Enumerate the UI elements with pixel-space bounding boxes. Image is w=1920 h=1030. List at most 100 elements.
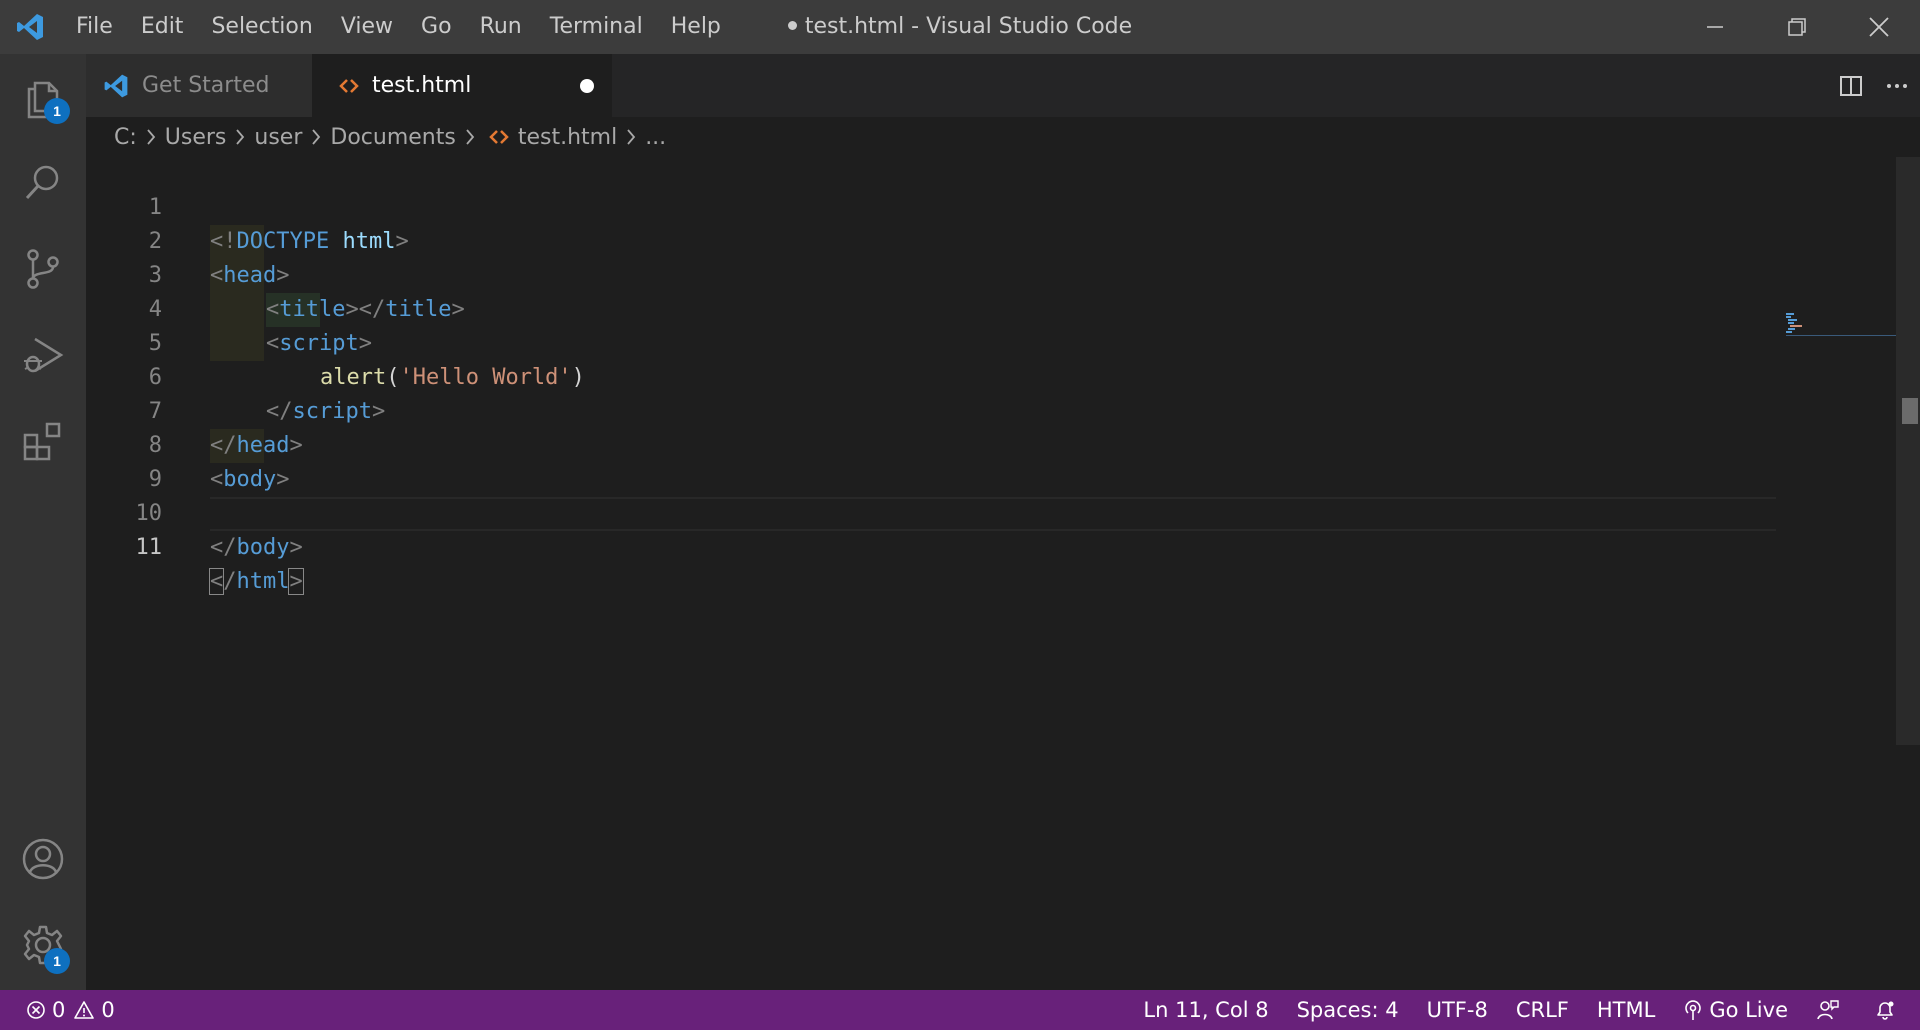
breadcrumb-documents[interactable]: Documents [330, 125, 455, 150]
html-file-icon [488, 126, 510, 148]
language-mode[interactable]: HTML [1597, 998, 1655, 1022]
minimize-icon [1707, 26, 1723, 28]
restore-button[interactable] [1756, 0, 1838, 54]
menu-run[interactable]: Run [466, 0, 536, 54]
explorer-button[interactable]: 1 [0, 54, 86, 140]
more-actions-button[interactable] [1874, 54, 1920, 117]
window-title-text: test.html - Visual Studio Code [804, 14, 1133, 39]
tab-get-started-label: Get Started [142, 73, 270, 98]
explorer-badge: 1 [44, 98, 70, 124]
title-bar: File Edit Selection View Go Run Terminal… [0, 0, 1920, 54]
breadcrumb-file[interactable]: test.html [518, 125, 617, 150]
code-line[interactable]: 8 <body> [86, 395, 1776, 492]
code-token: html [236, 569, 290, 594]
menu-view[interactable]: View [327, 0, 407, 54]
settings-badge: 1 [44, 948, 70, 974]
menu-file[interactable]: File [60, 0, 127, 54]
minimize-button[interactable] [1674, 0, 1756, 54]
chevron-right-icon [234, 127, 246, 147]
code-line[interactable]: 10 </body> [86, 463, 1776, 560]
menu-bar: File Edit Selection View Go Run Terminal… [60, 0, 735, 54]
end-of-line[interactable]: CRLF [1516, 998, 1569, 1022]
code-line[interactable]: 1 <!DOCTYPE html> [86, 157, 1776, 254]
encoding[interactable]: UTF-8 [1427, 998, 1488, 1022]
go-live-label: Go Live [1709, 998, 1788, 1022]
search-button[interactable] [0, 140, 86, 226]
split-editor-button[interactable] [1828, 54, 1874, 117]
indentation[interactable]: Spaces: 4 [1297, 998, 1399, 1022]
code-editor[interactable]: 1 <!DOCTYPE html> 2 <head> 3 <title></ti… [86, 157, 1920, 990]
broadcast-icon [1683, 999, 1703, 1021]
menu-selection[interactable]: Selection [197, 0, 326, 54]
error-icon [26, 1000, 46, 1020]
code-line[interactable]: 3 <title></title> [86, 225, 1776, 322]
code-token: > [289, 535, 303, 560]
menu-help[interactable]: Help [657, 0, 735, 54]
menu-terminal[interactable]: Terminal [536, 0, 657, 54]
tab-test-html[interactable]: test.html [312, 54, 612, 117]
menu-edit[interactable]: Edit [127, 0, 198, 54]
code-line[interactable]: 7 </head> [86, 361, 1776, 458]
scrollbar-cursor-marker [1902, 398, 1918, 424]
go-live-button[interactable]: Go Live [1683, 998, 1788, 1022]
restore-icon [1788, 18, 1806, 36]
code-line[interactable]: 2 <head> [86, 191, 1776, 288]
unsaved-dot-icon [787, 20, 797, 30]
minimap-preview [1786, 313, 1896, 336]
code-line[interactable]: 4 <script> [86, 259, 1776, 356]
code-line[interactable]: 9 [86, 429, 1776, 492]
chevron-right-icon [464, 127, 476, 147]
problems-indicator[interactable]: 0 0 [26, 998, 115, 1022]
breadcrumb-users[interactable]: Users [165, 125, 227, 150]
code-token: body [236, 535, 290, 560]
code-token: / [223, 569, 237, 594]
warning-icon [73, 1000, 95, 1020]
search-icon [25, 165, 59, 200]
run-debug-button[interactable] [0, 312, 86, 398]
vscode-logo-icon [104, 74, 128, 97]
cursor-position[interactable]: Ln 11, Col 8 [1143, 998, 1268, 1022]
matching-bracket: > [288, 568, 304, 595]
bell-icon [1874, 999, 1896, 1021]
breadcrumb-symbols[interactable]: ... [645, 125, 666, 150]
chevron-right-icon [310, 127, 322, 147]
ellipsis-icon [1887, 83, 1907, 88]
code-token: </ [210, 535, 237, 560]
vertical-scrollbar[interactable] [1896, 157, 1920, 745]
extensions-icon [23, 422, 61, 461]
close-button[interactable] [1838, 0, 1920, 54]
split-editor-icon [1840, 75, 1862, 96]
account-icon [22, 838, 64, 880]
breadcrumb-drive[interactable]: C: [114, 125, 137, 150]
accounts-button[interactable] [0, 816, 86, 902]
menu-go[interactable]: Go [407, 0, 466, 54]
vscode-logo-icon [0, 0, 60, 54]
chevron-right-icon [625, 127, 637, 147]
manage-button[interactable]: 1 [0, 902, 86, 988]
code-line[interactable]: 6 </script> [86, 327, 1776, 424]
breadcrumb: C: Users user Documents test.html ... [86, 117, 1920, 157]
window-controls [1674, 0, 1920, 54]
tab-get-started[interactable]: Get Started [86, 54, 312, 117]
extensions-button[interactable] [0, 398, 86, 484]
source-control-button[interactable] [0, 226, 86, 312]
status-bar: 0 0 Ln 11, Col 8 Spaces: 4 UTF-8 CRLF HT… [0, 990, 1920, 1030]
code-line[interactable]: 5 alert('Hello World') [86, 293, 1776, 390]
close-icon [1869, 17, 1889, 37]
editor-actions [1828, 54, 1920, 117]
unsaved-changes-icon[interactable] [580, 79, 594, 93]
run-debug-icon [24, 337, 64, 373]
feedback-button[interactable] [1816, 999, 1846, 1021]
error-count: 0 [52, 998, 66, 1022]
notifications-button[interactable] [1874, 999, 1902, 1021]
breadcrumb-user[interactable]: user [254, 125, 302, 150]
warning-count: 0 [101, 998, 115, 1022]
minimap[interactable] [1786, 313, 1896, 353]
code-line-current[interactable]: 11 </html> [86, 497, 1776, 595]
activity-bar: 1 1 [0, 54, 86, 990]
chevron-right-icon [145, 127, 157, 147]
matching-bracket: < [208, 568, 225, 595]
tab-test-html-label: test.html [372, 73, 472, 98]
source-control-icon [27, 249, 59, 289]
tab-bar: Get Started test.html [86, 54, 1920, 117]
